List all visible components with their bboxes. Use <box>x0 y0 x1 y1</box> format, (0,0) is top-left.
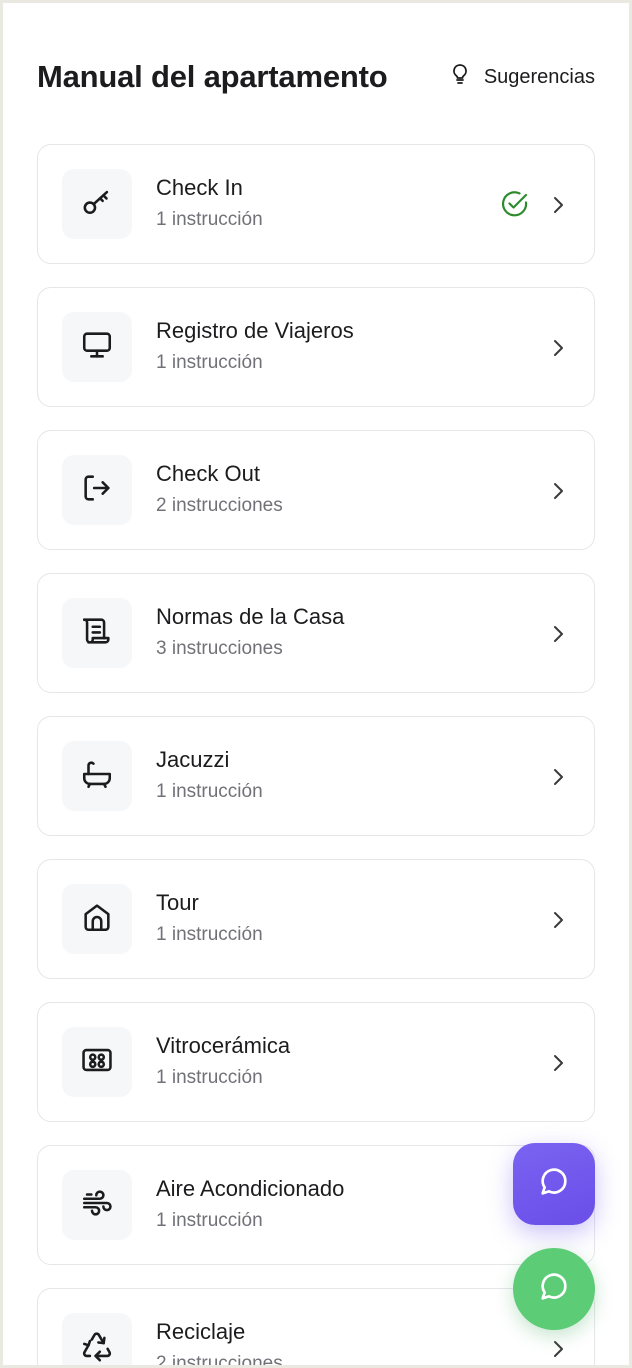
chevron-right-icon <box>548 336 568 360</box>
suggestions-button[interactable]: Sugerencias <box>448 62 595 92</box>
card-text: Reciclaje 2 instrucciones <box>156 1317 283 1365</box>
app-screen: Manual del apartamento Sugerencias Check… <box>3 3 629 1365</box>
cooktop-icon <box>80 1043 114 1082</box>
card-title: Normas de la Casa <box>156 604 345 629</box>
card-title: Reciclaje <box>156 1319 246 1344</box>
card-title: Check Out <box>156 461 260 486</box>
whatsapp-fab-button[interactable] <box>513 1248 595 1330</box>
card-text: Check In 1 instrucción <box>156 173 263 234</box>
logout-icon <box>80 471 114 510</box>
card-icon-box <box>62 1027 132 1097</box>
monitor-icon <box>80 328 114 367</box>
chevron-right-icon <box>548 193 568 217</box>
suggestions-label: Sugerencias <box>483 65 595 88</box>
section-card-check-in[interactable]: Check In 1 instrucción <box>37 144 595 264</box>
section-card-vitroceramica[interactable]: Vitrocerámica 1 instrucción <box>37 1002 595 1122</box>
card-subtitle: 1 instrucción <box>156 352 263 373</box>
card-subtitle: 1 instrucción <box>156 1067 263 1088</box>
card-icon-box <box>62 312 132 382</box>
card-subtitle: 3 instrucciones <box>156 638 283 659</box>
card-title: Jacuzzi <box>156 747 230 772</box>
card-icon-box <box>62 455 132 525</box>
card-icon-box <box>62 598 132 668</box>
key-icon <box>80 185 114 224</box>
home-icon <box>80 900 114 939</box>
card-text: Registro de Viajeros 1 instrucción <box>156 316 354 377</box>
chevron-right-icon <box>548 1337 568 1361</box>
card-icon-box <box>62 884 132 954</box>
whatsapp-icon <box>537 1270 571 1309</box>
chevron-right-icon <box>548 622 568 646</box>
card-title: Aire Acondicionado <box>156 1176 345 1201</box>
header: Manual del apartamento Sugerencias <box>37 55 595 99</box>
chat-bubble-icon <box>537 1165 571 1204</box>
card-text: Aire Acondicionado 1 instrucción <box>156 1174 344 1235</box>
chevron-right-icon <box>548 908 568 932</box>
card-subtitle: 1 instrucción <box>156 1210 263 1231</box>
chevron-right-icon <box>548 479 568 503</box>
bathtub-icon <box>80 757 114 796</box>
card-text: Check Out 2 instrucciones <box>156 459 283 520</box>
chevron-right-icon <box>548 1051 568 1075</box>
page-title: Manual del apartamento <box>37 59 388 94</box>
card-subtitle: 1 instrucción <box>156 924 263 945</box>
section-card-jacuzzi[interactable]: Jacuzzi 1 instrucción <box>37 716 595 836</box>
card-text: Tour 1 instrucción <box>156 888 263 949</box>
card-text: Jacuzzi 1 instrucción <box>156 745 263 806</box>
card-subtitle: 1 instrucción <box>156 209 263 230</box>
wind-icon <box>80 1186 114 1225</box>
section-card-aire-acondicionado[interactable]: Aire Acondicionado 1 instrucción <box>37 1145 595 1265</box>
card-text: Vitrocerámica 1 instrucción <box>156 1031 290 1092</box>
scroll-icon <box>80 614 114 653</box>
recycle-icon <box>80 1329 114 1366</box>
card-title: Check In <box>156 175 243 200</box>
card-icon-box <box>62 1313 132 1365</box>
lightbulb-icon <box>448 62 472 92</box>
section-card-reciclaje[interactable]: Reciclaje 2 instrucciones <box>37 1288 595 1365</box>
card-subtitle: 2 instrucciones <box>156 495 283 516</box>
check-circle-icon <box>500 189 530 219</box>
chevron-right-icon <box>548 765 568 789</box>
section-card-registro-de-viajeros[interactable]: Registro de Viajeros 1 instrucción <box>37 287 595 407</box>
card-text: Normas de la Casa 3 instrucciones <box>156 602 344 663</box>
card-subtitle: 2 instrucciones <box>156 1353 283 1365</box>
section-card-normas-de-la-casa[interactable]: Normas de la Casa 3 instrucciones <box>37 573 595 693</box>
card-icon-box <box>62 1170 132 1240</box>
card-subtitle: 1 instrucción <box>156 781 263 802</box>
card-title: Registro de Viajeros <box>156 318 354 343</box>
section-card-check-out[interactable]: Check Out 2 instrucciones <box>37 430 595 550</box>
card-icon-box <box>62 741 132 811</box>
card-title: Tour <box>156 890 199 915</box>
section-card-tour[interactable]: Tour 1 instrucción <box>37 859 595 979</box>
card-title: Vitrocerámica <box>156 1033 291 1058</box>
chat-fab-button[interactable] <box>513 1143 595 1225</box>
card-icon-box <box>62 169 132 239</box>
